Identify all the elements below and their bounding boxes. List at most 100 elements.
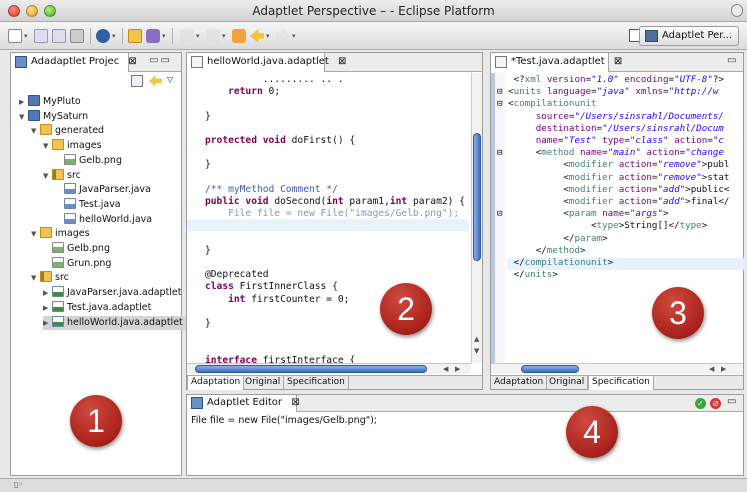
- tree-item[interactable]: ▼ images: [43, 139, 102, 153]
- scroll-right-arrow-icon[interactable]: ▶: [721, 365, 726, 373]
- tree-item[interactable]: ▼ generated: [31, 124, 104, 138]
- accept-icon[interactable]: ✓: [695, 398, 706, 409]
- tree-item[interactable]: ▶ Test.java.adaptlet: [43, 300, 152, 315]
- tab-helloworld-adaptlet[interactable]: helloWorld.java.adaptlet ⊠: [187, 53, 346, 72]
- tree-item[interactable]: JavaParser.java: [55, 183, 151, 197]
- collapsed-arrow-icon[interactable]: ▶: [43, 286, 52, 300]
- adaptlet-editor-panel: Adaptlet Editor ⊠ ✓ ⊘ ▭ File file = new …: [186, 394, 744, 476]
- tree-item[interactable]: Grun.png: [43, 256, 111, 271]
- save-all-icon[interactable]: [52, 29, 66, 43]
- minimize-maximize-icon[interactable]: ▭▭: [149, 55, 172, 66]
- tab-specification[interactable]: Specification: [588, 375, 654, 390]
- tab-adaptation[interactable]: Adaptation: [187, 375, 245, 390]
- tree-item[interactable]: Test.java: [55, 197, 121, 212]
- tree-item[interactable]: Gelb.png: [43, 242, 110, 256]
- pen-dropdown-icon[interactable]: ▾: [162, 32, 166, 40]
- toolbar-separator: [172, 28, 173, 44]
- adaptlet-editor-tab-label: Adaptlet Editor: [207, 397, 283, 408]
- code-line: ⊟ <compilationunit: [497, 98, 597, 110]
- java-editor-horizontal-scrollbar[interactable]: ◀ ▶: [187, 363, 471, 374]
- collapsed-arrow-icon[interactable]: ▶: [43, 301, 52, 315]
- vertical-scroll-thumb[interactable]: [473, 133, 481, 261]
- expanded-arrow-icon[interactable]: ▼: [31, 271, 40, 285]
- window-title: Adaptlet Perspective – - Eclipse Platfor…: [252, 4, 495, 18]
- tree-item-label: Test.java.adaptlet: [67, 301, 152, 313]
- close-tab-icon[interactable]: ⊠: [128, 56, 136, 67]
- tree-item[interactable]: Gelb.png: [55, 153, 122, 168]
- code-line: </units>: [497, 269, 558, 281]
- tree-item-label: JavaParser.java.adaptlet: [67, 287, 182, 299]
- tab-project-explorer[interactable]: Adadaptlet Projec ⊠: [11, 53, 137, 72]
- expanded-arrow-icon[interactable]: ▼: [19, 110, 28, 124]
- tree-item[interactable]: helloWorld.java: [55, 212, 152, 227]
- xml-editor-horizontal-scrollbar[interactable]: ◀ ▶: [491, 363, 743, 374]
- new-file-icon[interactable]: [8, 29, 22, 43]
- close-tab-icon[interactable]: ⊠: [291, 397, 299, 408]
- tree-item[interactable]: ▶ JavaParser.java.adaptlet: [43, 286, 182, 300]
- minimize-maximize-icon[interactable]: ▭: [727, 55, 738, 66]
- scroll-down-arrow-icon[interactable]: ▼: [474, 347, 479, 355]
- link-with-editor-icon[interactable]: [149, 75, 162, 87]
- adaptlet-editor-content[interactable]: File file = new File("images/Gelb.png");: [191, 415, 377, 427]
- collapse-all-icon[interactable]: [131, 75, 143, 87]
- java-editor-vertical-scrollbar[interactable]: ▲ ▼: [471, 73, 482, 363]
- expanded-arrow-icon[interactable]: ▼: [31, 227, 40, 241]
- back-dropdown-icon[interactable]: ▾: [266, 32, 270, 40]
- tab-original[interactable]: Original: [546, 376, 589, 390]
- scroll-up-arrow-icon[interactable]: ▲: [474, 335, 479, 343]
- next-annotation-dropdown-icon[interactable]: ▾: [196, 32, 200, 40]
- last-edit-icon[interactable]: [232, 29, 246, 43]
- scroll-right-arrow-icon[interactable]: ▶: [455, 365, 460, 373]
- close-tab-icon[interactable]: ⊠: [614, 56, 622, 67]
- tree-item[interactable]: ▼ MySaturn: [19, 109, 88, 124]
- collapsed-arrow-icon[interactable]: ▶: [43, 316, 52, 330]
- next-annotation-icon[interactable]: [180, 29, 194, 43]
- tree-item-label: MyPluto: [43, 96, 81, 107]
- fast-view-icon[interactable]: ▯◦: [14, 480, 23, 489]
- open-folder-icon[interactable]: [128, 29, 142, 43]
- save-icon[interactable]: [34, 29, 48, 43]
- perspective-button[interactable]: Adaptlet Per...: [639, 26, 739, 46]
- tab-specification[interactable]: Specification: [284, 376, 349, 390]
- code-line: <type>String[]</type>: [497, 220, 708, 232]
- print-icon[interactable]: [70, 29, 84, 43]
- code-line: ......... .. .: [205, 74, 344, 85]
- expanded-arrow-icon[interactable]: ▼: [43, 139, 52, 153]
- horizontal-scroll-thumb[interactable]: [195, 365, 427, 373]
- project-icon: [28, 109, 40, 121]
- tab-original[interactable]: Original: [242, 376, 285, 390]
- tree-item[interactable]: ▶ helloWorld.java.adaptlet: [43, 315, 187, 330]
- java-file-icon: [64, 197, 76, 209]
- status-bar: ▯◦: [0, 478, 747, 492]
- horizontal-scroll-thumb[interactable]: [521, 365, 579, 373]
- reject-icon[interactable]: ⊘: [710, 398, 721, 409]
- pen-icon[interactable]: [146, 29, 160, 43]
- expanded-arrow-icon[interactable]: ▼: [31, 124, 40, 138]
- toolbar-toggle-button[interactable]: [731, 4, 743, 17]
- minimize-maximize-icon[interactable]: ▭: [727, 396, 738, 407]
- tree-item[interactable]: ▼ src: [43, 168, 81, 183]
- run-icon[interactable]: [96, 29, 110, 43]
- view-menu-icon[interactable]: ▽: [167, 75, 173, 84]
- forward-arrow-icon[interactable]: [276, 29, 290, 43]
- back-arrow-icon[interactable]: [250, 29, 264, 43]
- scroll-left-arrow-icon[interactable]: ◀: [443, 365, 448, 373]
- tree-item-label: src: [55, 272, 69, 284]
- expanded-arrow-icon[interactable]: ▼: [43, 169, 52, 183]
- tab-adaptation[interactable]: Adaptation: [491, 376, 548, 390]
- tree-item[interactable]: ▼ images: [31, 227, 90, 241]
- xml-code-area[interactable]: <?xml version="1.0" encoding="UTF-8"?> ⊟…: [497, 74, 729, 281]
- new-dropdown-icon[interactable]: ▾: [24, 32, 28, 40]
- code-line: /** myMethod Comment */: [205, 183, 338, 195]
- run-dropdown-icon[interactable]: ▾: [112, 32, 116, 40]
- close-tab-icon[interactable]: ⊠: [338, 56, 346, 67]
- tab-adaptlet-editor[interactable]: Adaptlet Editor ⊠: [187, 395, 300, 412]
- previous-annotation-icon[interactable]: [206, 29, 220, 43]
- collapsed-arrow-icon[interactable]: ▶: [19, 95, 28, 109]
- previous-annotation-dropdown-icon[interactable]: ▾: [222, 32, 226, 40]
- tab-test-adaptlet[interactable]: *Test.java.adaptlet ⊠: [491, 53, 622, 72]
- forward-dropdown-icon[interactable]: ▾: [292, 32, 296, 40]
- tree-item[interactable]: ▼ src: [31, 271, 69, 285]
- scroll-left-arrow-icon[interactable]: ◀: [709, 365, 714, 373]
- tree-item[interactable]: ▶ MyPluto: [19, 95, 81, 109]
